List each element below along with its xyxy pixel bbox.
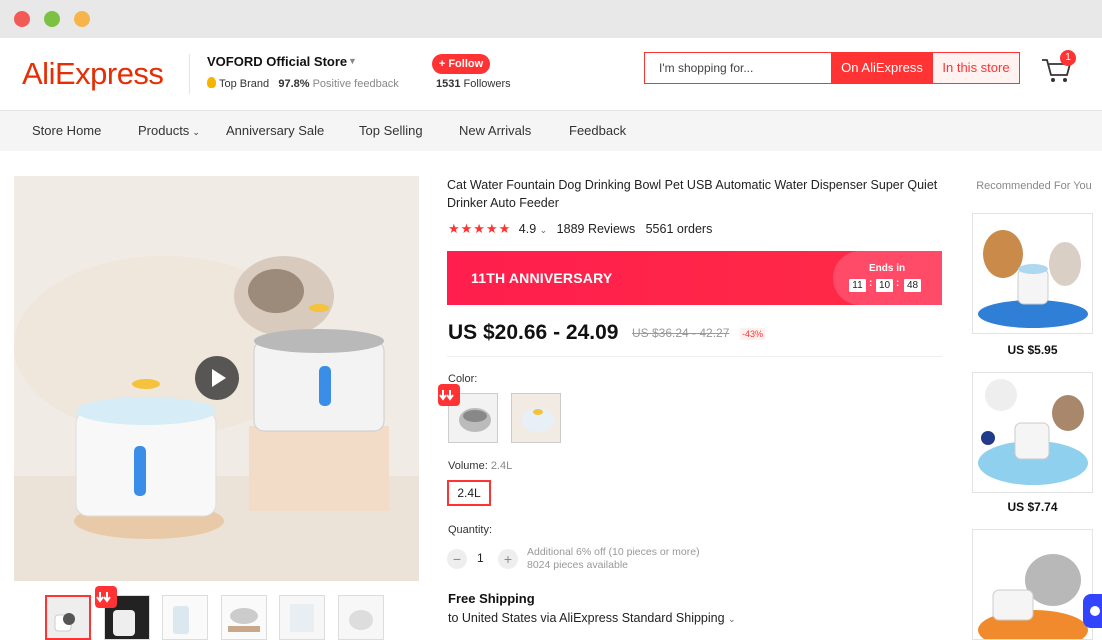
volume-label-text: Volume: — [448, 460, 488, 472]
feedback-label: Positive feedback — [312, 78, 399, 90]
nav-anniversary-sale[interactable]: Anniversary Sale — [226, 123, 324, 138]
play-video-button[interactable] — [195, 356, 239, 400]
maximize-window-button[interactable] — [44, 11, 60, 27]
stock-available: 8024 pieces available — [527, 559, 628, 571]
search-bar: On AliExpress In this store — [644, 52, 1020, 84]
nav-store-home[interactable]: Store Home — [32, 123, 101, 138]
chevron-down-icon[interactable]: ⌄ — [540, 225, 548, 235]
recommended-item-image — [973, 373, 1092, 492]
minimize-window-button[interactable] — [74, 11, 90, 27]
divider — [447, 356, 942, 357]
color-option-2[interactable] — [511, 393, 561, 443]
anniversary-label: 11TH ANNIVERSARY — [471, 270, 613, 286]
store-meta: Top Brand 97.8% Positive feedback — [207, 77, 399, 90]
thumbnail-5[interactable] — [279, 595, 325, 640]
store-name[interactable]: VOFORD Official Store — [207, 54, 347, 69]
quantity-value[interactable]: 1 — [477, 551, 484, 565]
countdown: Ends in 11 : 10 : 48 — [833, 251, 942, 305]
ends-in-label: Ends in — [869, 263, 906, 274]
countdown-minutes: 10 — [876, 279, 893, 292]
reviews-count[interactable]: 1889 Reviews — [557, 222, 636, 236]
promo-download-icon — [438, 384, 460, 406]
thumbnail-6[interactable] — [338, 595, 384, 640]
star-rating-icon: ★★★★★ — [448, 221, 512, 236]
countdown-hours: 11 — [849, 279, 866, 292]
followers-count: 1531 Followers — [436, 78, 511, 90]
quantity-label: Quantity: — [448, 524, 493, 536]
nav-new-arrivals[interactable]: New Arrivals — [459, 123, 531, 138]
nav-products-label: Products — [138, 123, 190, 138]
thumbnail-1[interactable] — [45, 595, 91, 640]
current-price: US $20.66 - 24.09 — [448, 321, 619, 344]
countdown-seconds: 48 — [904, 279, 921, 292]
orders-count: 5561 orders — [645, 222, 713, 236]
product-title: Cat Water Fountain Dog Drinking Bowl Pet… — [447, 178, 938, 210]
recommended-item-image — [973, 530, 1092, 639]
rating-row: ★★★★★ 4.9 ⌄ 1889 Reviews 5561 orders — [448, 221, 712, 237]
nav-feedback[interactable]: Feedback — [569, 123, 626, 138]
top-brand-label: Top Brand — [219, 78, 270, 90]
followers-number: 1531 — [436, 78, 461, 90]
recommended-item-1-price: US $5.95 — [1007, 343, 1058, 357]
play-icon — [212, 369, 226, 387]
search-store-button[interactable]: In this store — [933, 53, 1019, 83]
thumbnail-4[interactable] — [221, 595, 267, 640]
browser-chrome — [0, 0, 1102, 38]
thumbnail-image — [222, 596, 266, 639]
original-price: US $36.24 - 42.27 — [632, 326, 730, 340]
rating-value[interactable]: 4.9 — [519, 222, 536, 236]
bulk-discount-note: Additional 6% off (10 pieces or more) — [527, 546, 700, 558]
nav-products[interactable]: Products ⌄ — [138, 123, 200, 138]
chat-icon — [1090, 606, 1100, 616]
discount-badge: -43% — [740, 328, 766, 340]
volume-label: Volume: 2.4L — [448, 460, 512, 472]
thumbnail-image — [47, 597, 89, 638]
shipping-detail[interactable]: to United States via AliExpress Standard… — [448, 611, 736, 625]
recommended-item-1[interactable] — [972, 213, 1093, 334]
quantity-increase-button[interactable]: + — [498, 549, 518, 569]
aliexpress-logo[interactable]: AliExpress — [22, 56, 164, 92]
chevron-down-icon[interactable]: ▼ — [348, 56, 357, 66]
anniversary-banner: 11TH ANNIVERSARY Ends in 11 : 10 : 48 — [447, 251, 942, 305]
recommended-item-2[interactable] — [972, 372, 1093, 493]
recommended-title: Recommended For You — [976, 180, 1092, 192]
quantity-info: Additional 6% off (10 pieces or more) 80… — [527, 546, 700, 572]
cart-count-badge: 1 — [1060, 50, 1076, 66]
follow-button[interactable]: + Follow — [432, 54, 490, 74]
search-aliexpress-button[interactable]: On AliExpress — [831, 53, 933, 83]
chevron-down-icon: ⌄ — [728, 614, 736, 624]
nav-top-selling[interactable]: Top Selling — [359, 123, 423, 138]
thumbnail-3[interactable] — [162, 595, 208, 640]
feedback-percentage: 97.8% — [278, 78, 310, 90]
thumbnail-image — [280, 596, 324, 639]
quantity-decrease-button[interactable]: − — [447, 549, 467, 569]
thumbnail-image — [339, 596, 383, 639]
volume-option-2-4l[interactable]: 2.4L — [447, 480, 491, 506]
search-input[interactable] — [645, 53, 831, 83]
chevron-down-icon: ⌄ — [192, 127, 200, 137]
followers-label: Followers — [463, 78, 511, 90]
countdown-colon: : — [896, 278, 900, 289]
recommended-item-image — [973, 214, 1092, 333]
swatch-image — [512, 394, 560, 442]
recommended-item-3[interactable] — [972, 529, 1093, 640]
close-window-button[interactable] — [14, 11, 30, 27]
shipping-detail-text: to United States via AliExpress Standard… — [448, 611, 725, 625]
recommended-item-2-price: US $7.74 — [1007, 500, 1058, 514]
medal-icon — [207, 77, 216, 88]
volume-selected-value: 2.4L — [490, 460, 513, 472]
countdown-colon: : — [869, 278, 873, 289]
store-nav: Store Home Products ⌄ Anniversary Sale To… — [0, 111, 1102, 151]
header-divider — [189, 54, 190, 94]
store-header: AliExpress VOFORD Official Store ▼ Top B… — [0, 38, 1102, 111]
promo-download-icon — [95, 586, 117, 608]
thumbnail-image — [163, 596, 207, 639]
chat-widget-button[interactable] — [1083, 594, 1102, 628]
shipping-title: Free Shipping — [448, 591, 535, 606]
